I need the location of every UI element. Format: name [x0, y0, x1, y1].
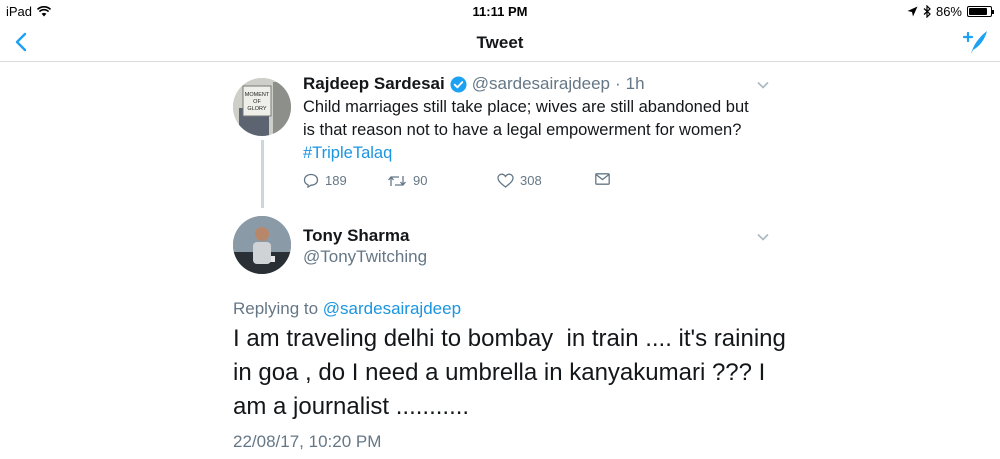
avatar[interactable]: MOMENT OF GLORY [233, 78, 291, 136]
avatar[interactable] [233, 216, 291, 274]
verified-badge-icon [450, 75, 467, 93]
direct-message-button[interactable] [595, 173, 610, 185]
status-right: 86% [907, 4, 994, 19]
hashtag-link[interactable]: #TripleTalaq [303, 144, 392, 162]
avatar-logo-line-2: OF [253, 99, 261, 105]
battery-percent: 86% [935, 4, 962, 19]
separator-dot: · [614, 74, 621, 93]
status-time: 11:11 PM [472, 4, 528, 19]
chevron-down-icon[interactable] [756, 80, 770, 90]
avatar-image [233, 216, 291, 274]
envelope-icon [595, 173, 610, 185]
avatar-image: MOMENT OF GLORY [233, 78, 291, 136]
parent-tweet-text: Child marriages still take place; wives … [303, 96, 763, 165]
tweet-text-body: Child marriages still take place; wives … [303, 98, 749, 139]
compose-tweet-icon[interactable] [962, 28, 990, 56]
retweet-count: 90 [413, 173, 428, 188]
like-button[interactable]: 308 [497, 173, 542, 188]
reply-count: 189 [325, 173, 347, 188]
tweet-timestamp: 22/08/17, 10:20 PM [233, 432, 382, 451]
nav-bar: Tweet [0, 22, 1000, 62]
reply-icon [303, 173, 319, 188]
parent-tweet-header: Rajdeep Sardesai @sardesairajdeep · 1h [303, 74, 645, 94]
chevron-down-icon[interactable] [756, 232, 770, 242]
bluetooth-icon [923, 5, 931, 18]
reply-button[interactable]: 189 [303, 173, 347, 188]
replying-to-handle-link[interactable]: @sardesairajdeep [323, 299, 461, 318]
replying-to-line: Replying to @sardesairajdeep [233, 299, 461, 319]
replying-to-label: Replying to [233, 299, 319, 318]
page-title: Tweet [476, 33, 524, 52]
tweet-actions: 189 90 308 [303, 173, 623, 193]
battery-level-fill [969, 8, 988, 15]
status-bar: iPad 11:11 PM 86% [0, 0, 1000, 22]
retweet-button[interactable]: 90 [387, 173, 427, 188]
avatar-logo-line-3: GLORY [247, 106, 266, 112]
battery-icon [967, 6, 994, 17]
like-count: 308 [520, 173, 542, 188]
heart-icon [497, 173, 514, 188]
author-handle[interactable]: @sardesairajdeep [472, 74, 610, 94]
author-name[interactable]: Tony Sharma [303, 226, 409, 246]
thread-connector [261, 140, 264, 208]
location-arrow-icon [907, 6, 918, 17]
main-tweet-text: I am traveling delhi to bombay in train … [233, 325, 793, 420]
tweet-age: 1h [625, 74, 645, 93]
author-name[interactable]: Rajdeep Sardesai [303, 74, 445, 94]
author-handle[interactable]: @TonyTwitching [303, 247, 427, 267]
avatar-logo-line-1: MOMENT [245, 92, 270, 98]
retweet-icon [388, 175, 406, 186]
